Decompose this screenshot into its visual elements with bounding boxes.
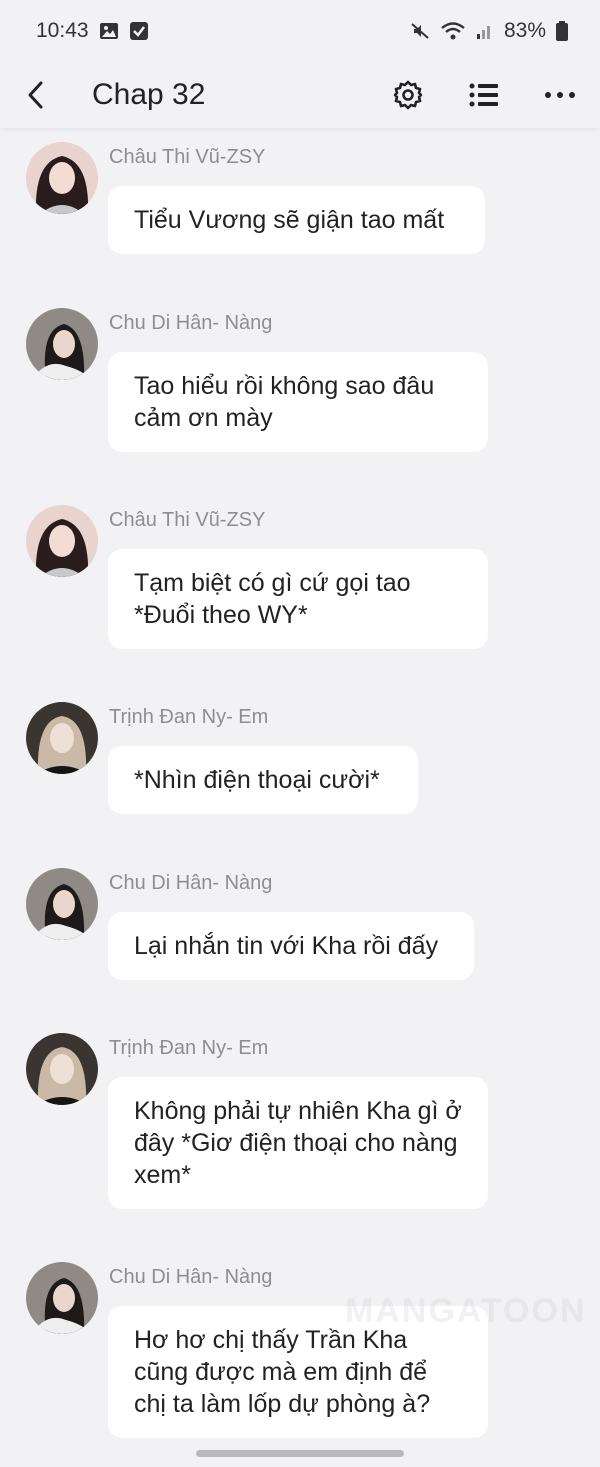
status-left: 10:43: [36, 19, 149, 43]
sender-name: Châu Thi Vũ-ZSY: [109, 146, 266, 168]
sender-name: Chu Di Hân- Nàng: [109, 872, 273, 894]
avatar[interactable]: [26, 505, 98, 577]
avatar[interactable]: [26, 1262, 98, 1334]
gallery-icon: [99, 23, 118, 39]
more-options-button[interactable]: [530, 67, 590, 123]
avatar-image: [26, 702, 98, 774]
avatar-image: [26, 505, 98, 577]
sender-name: Chu Di Hân- Nàng: [109, 1266, 273, 1288]
battery-icon: [556, 21, 568, 41]
sender-name: Châu Thi Vũ-ZSY: [109, 509, 266, 531]
gear-icon: [393, 80, 423, 110]
more-horizontal-icon: [545, 92, 575, 98]
avatar[interactable]: [26, 868, 98, 940]
avatar[interactable]: [26, 142, 98, 214]
status-time: 10:43: [36, 19, 89, 42]
signal-icon: [476, 26, 490, 39]
back-arrow-icon: [28, 81, 43, 109]
status-right: 83%: [410, 19, 568, 43]
battery-percent: 83%: [503, 19, 546, 42]
avatar-image: [26, 308, 98, 380]
avatar[interactable]: [26, 1033, 98, 1105]
sender-name: Trịnh Đan Ny- Em: [109, 706, 269, 728]
list-icon: [469, 83, 498, 107]
page-title: Chap 32: [92, 78, 206, 111]
settings-button[interactable]: [378, 67, 438, 123]
wifi-icon: [441, 22, 465, 40]
message-bubble: Tiểu Vương sẽ giận tao mất: [108, 186, 485, 254]
checkbox-icon: [129, 22, 148, 40]
message-bubble: Không phải tự nhiên Kha gì ở đây *Giơ đi…: [108, 1077, 488, 1209]
avatar-image: [26, 1262, 98, 1334]
mute-icon: [411, 23, 429, 39]
home-indicator[interactable]: [196, 1450, 404, 1457]
message-bubble: Lại nhắn tin với Kha rồi đấy: [108, 912, 474, 980]
top-app-bar: Chap 32: [0, 62, 600, 128]
avatar[interactable]: [26, 702, 98, 774]
sender-name: Trịnh Đan Ny- Em: [109, 1037, 269, 1059]
sender-name: Chu Di Hân- Nàng: [109, 312, 273, 334]
status-bar: 10:43 83%: [0, 0, 600, 62]
message-bubble: Tao hiểu rồi không sao đâu cảm ơn mày: [108, 352, 488, 452]
back-button[interactable]: [8, 67, 64, 123]
avatar-image: [26, 868, 98, 940]
avatar-image: [26, 142, 98, 214]
message-bubble: Tạm biệt có gì cứ gọi tao *Đuổi theo WY*: [108, 549, 488, 649]
chapter-list-button[interactable]: [454, 67, 514, 123]
message-bubble: *Nhìn điện thoại cười*: [108, 746, 418, 814]
avatar[interactable]: [26, 308, 98, 380]
watermark: MANGATOON: [345, 1292, 587, 1330]
avatar-image: [26, 1033, 98, 1105]
